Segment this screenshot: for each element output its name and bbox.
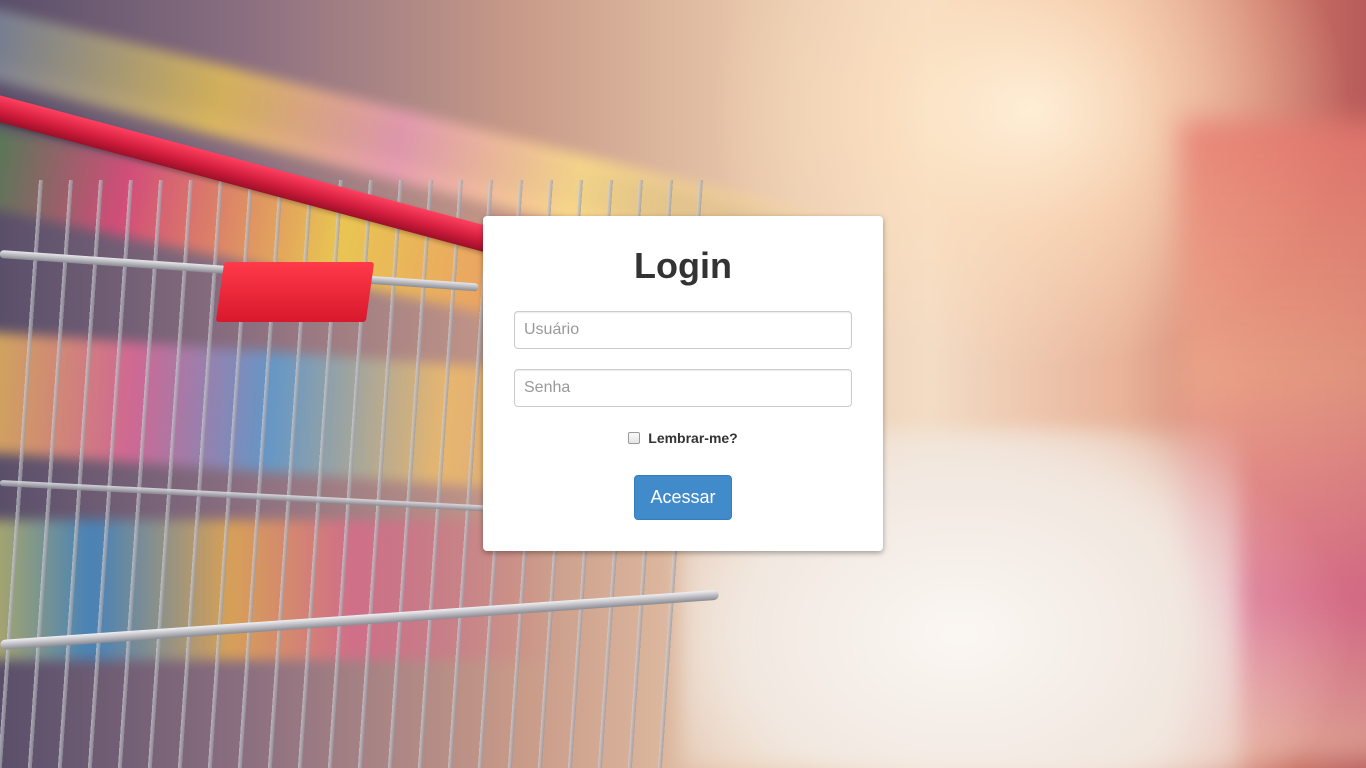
remember-me-row: Lembrar-me?: [483, 428, 883, 448]
login-card: Login Lembrar-me? Acessar: [483, 216, 883, 551]
remember-me-label[interactable]: Lembrar-me?: [648, 430, 737, 446]
login-title: Login: [634, 245, 732, 286]
shopping-cart-flap: [215, 262, 375, 322]
remember-me-checkbox[interactable]: [628, 432, 641, 444]
password-input[interactable]: [514, 369, 852, 407]
username-input[interactable]: [514, 311, 852, 349]
submit-button[interactable]: Acessar: [634, 475, 732, 520]
